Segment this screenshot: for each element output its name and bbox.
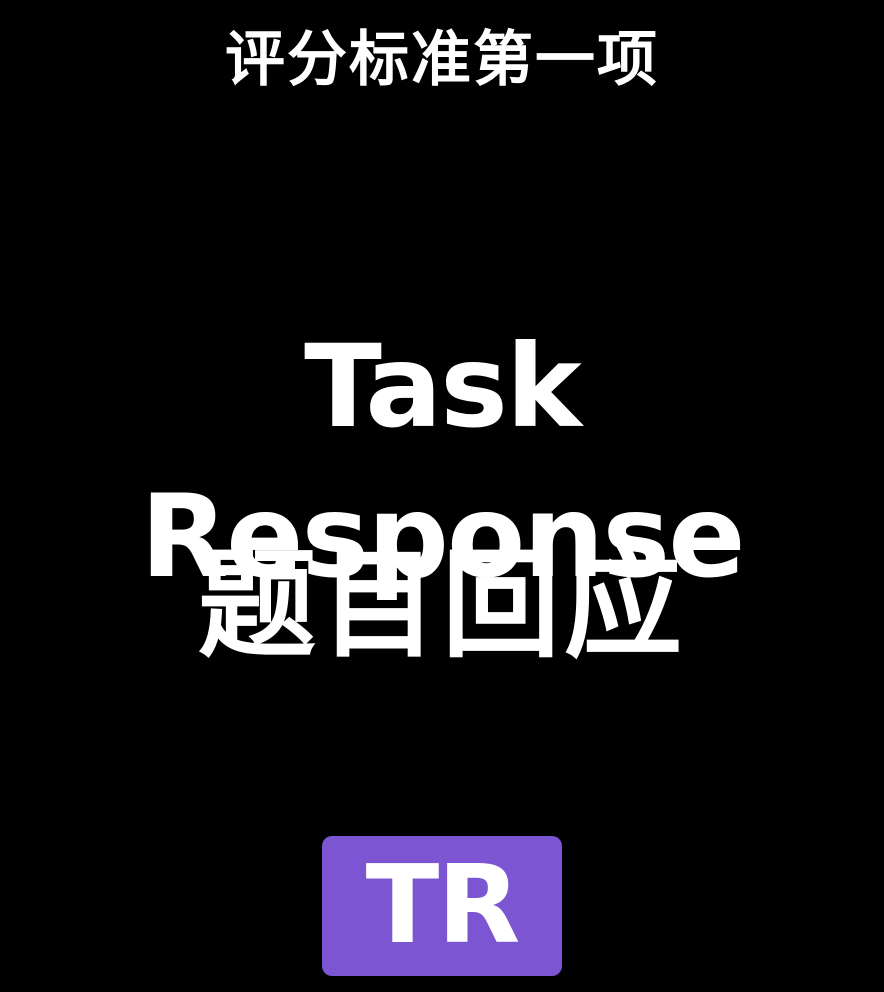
abbreviation-badge: TR bbox=[322, 836, 562, 976]
term-chinese-title: 题目回应 bbox=[197, 536, 686, 674]
slide: 评分标准第一项 Task Response 题目回应 TR bbox=[0, 0, 884, 992]
abbreviation-badge-label: TR bbox=[365, 843, 521, 968]
slide-heading: 评分标准第一项 bbox=[225, 25, 659, 95]
